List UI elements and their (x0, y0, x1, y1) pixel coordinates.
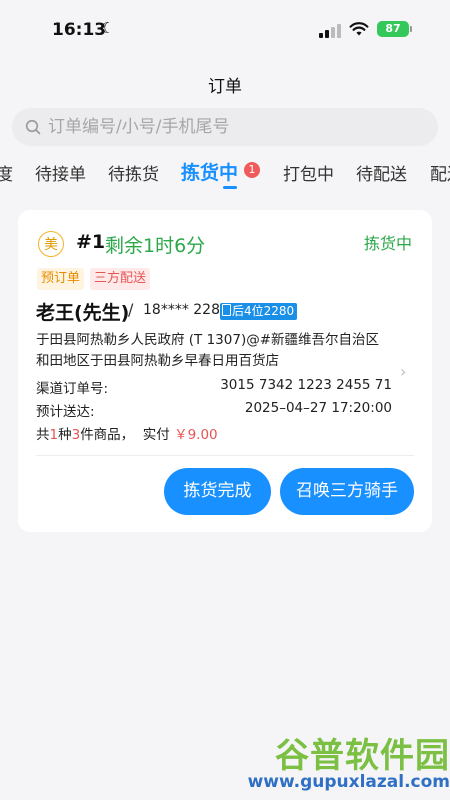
battery-icon: 87 (377, 21, 409, 37)
summary-prefix: 共 (36, 427, 50, 443)
watermark-title: 谷普软件园 (275, 736, 450, 776)
paid-label: 实付 (142, 427, 170, 443)
name-phone-separator: / (128, 300, 134, 319)
search-bar[interactable] (12, 108, 438, 146)
page-title: 订单 (208, 77, 242, 97)
channel-order-label: 渠道订单号: (36, 381, 109, 397)
tab-pending-accept[interactable]: 待接单 (35, 160, 86, 185)
tab-active-indicator (223, 186, 237, 189)
summary-kinds-unit: 种 (58, 427, 72, 443)
order-summary: 共1种3件商品， 实付 ￥9.00 (36, 423, 218, 443)
customer-name: 老王(先生) (36, 302, 130, 324)
card-divider (36, 455, 414, 456)
search-input[interactable] (48, 108, 418, 146)
tab-count-badge: 1 (244, 162, 260, 178)
tab-packing[interactable]: 打包中 (283, 160, 334, 185)
tag-third-party-delivery: 三方配送 (90, 268, 151, 290)
tab-picking[interactable]: 拣货中 (181, 158, 238, 185)
status-bar: 16:13 ☾ 87 (0, 0, 450, 60)
status-time: 16:13 (52, 20, 107, 40)
tag-preorder: 预订单 (37, 268, 85, 290)
tab-pending-delivery[interactable]: 待配送 (356, 160, 407, 185)
phone-icon (222, 304, 231, 316)
tab-partial-left[interactable]: 度 (0, 160, 13, 185)
order-number: #1 (76, 231, 106, 253)
phone-suffix-label: 后4位2280 (232, 304, 295, 318)
eta-label: 预计送达: (36, 404, 95, 420)
moon-icon: ☾ (101, 19, 115, 37)
search-icon (25, 119, 41, 135)
call-rider-button[interactable]: 召唤三方骑手 (280, 468, 414, 515)
chevron-right-icon[interactable]: › (400, 362, 406, 381)
eta-value: 2025–04–27 17:20:00 (244, 400, 392, 416)
paid-value: ￥9.00 (174, 427, 218, 443)
order-status: 拣货中 (364, 234, 413, 253)
signal-icon (319, 24, 341, 38)
phone-suffix-badge: 后4位2280 (220, 303, 298, 320)
pick-complete-button[interactable]: 拣货完成 (164, 468, 271, 515)
watermark: 谷普软件园 www.gupuxlazal.com (246, 728, 450, 800)
channel-order-value: 3015 7342 1223 2455 71 (220, 377, 392, 393)
tab-delivering[interactable]: 配送 (430, 160, 450, 185)
customer-phone[interactable]: 18**** 2280 (143, 302, 229, 318)
battery-tip (410, 26, 412, 32)
delivery-address: 于田县阿热勒乡人民政府 (T 1307)@#新疆维吾尔自治区和田地区于田县阿热勒… (36, 332, 380, 369)
watermark-url: www.gupuxlazal.com (247, 772, 450, 792)
summary-kinds: 1 (49, 427, 59, 443)
tab-pending-pick[interactable]: 待拣货 (108, 160, 159, 185)
wifi-icon (349, 22, 369, 36)
remaining-time: 剩余1时6分 (105, 235, 206, 257)
summary-count-unit: 件商品， (80, 427, 135, 443)
summary-count: 3 (71, 427, 81, 443)
platform-badge: 美 (38, 231, 64, 257)
